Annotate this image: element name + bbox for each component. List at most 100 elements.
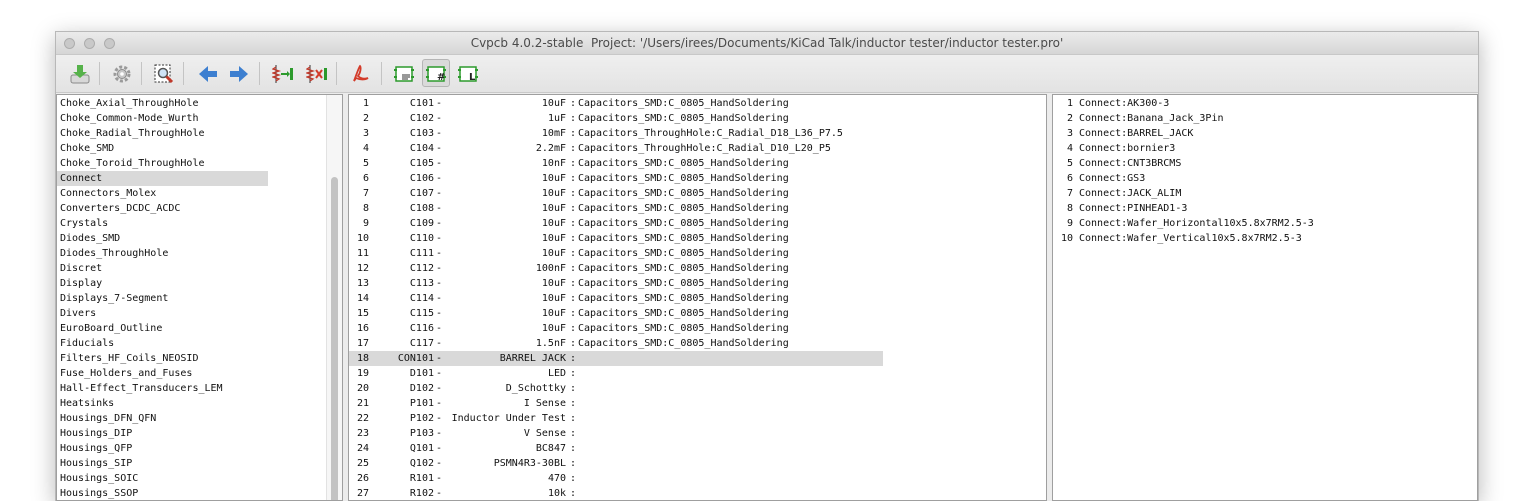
library-scrollbar-thumb[interactable] xyxy=(331,177,338,500)
footprint-number: 9 xyxy=(1066,218,1073,229)
component-row[interactable]: 5 C105- 10nF: Capacitors_SMD:C_0805_HandSol… xyxy=(349,156,883,171)
save-netlist-button[interactable] xyxy=(65,59,93,87)
library-item[interactable]: Diodes_SMD xyxy=(57,231,268,246)
library-item[interactable]: Hall-Effect_Transducers_LEM xyxy=(57,381,268,396)
component-row[interactable]: 4 C104- 2.2mF: Capacitors_ThroughHole:C_Rad… xyxy=(349,141,883,156)
library-item[interactable]: Converters_DCDC_ACDC xyxy=(57,201,268,216)
component-row[interactable]: 23 P103- V Sense: xyxy=(349,426,883,441)
library-item[interactable]: Choke_Common-Mode_Wurth xyxy=(57,111,268,126)
library-item[interactable]: EuroBoard_Outline xyxy=(57,321,268,336)
component-row[interactable]: 24 Q101- BC847: xyxy=(349,441,883,456)
toolbar-separator xyxy=(183,62,184,85)
next-button[interactable] xyxy=(224,59,252,87)
footprint-name: Connect:Wafer_Vertical10x5.8x7RM2.5-3 xyxy=(1079,233,1302,244)
datasheet-button[interactable] xyxy=(345,59,373,87)
component-row[interactable]: 11 C111- 10uF: Capacitors_SMD:C_0805_HandSo… xyxy=(349,246,883,261)
component-row[interactable]: 2 C102- 1uF: Capacitors_SMD:C_0805_HandSold… xyxy=(349,111,883,126)
library-item[interactable]: Choke_Axial_ThroughHole xyxy=(57,96,268,111)
library-item[interactable]: Connect xyxy=(57,171,268,186)
component-reference: C111 xyxy=(409,248,434,259)
preferences-button[interactable] xyxy=(107,59,135,87)
filter-keywords-button[interactable] xyxy=(390,59,418,87)
footprint-number: 5 xyxy=(1066,158,1073,169)
svg-text:#: # xyxy=(437,72,445,83)
library-item[interactable]: Heatsinks xyxy=(57,396,268,411)
library-item[interactable]: Divers xyxy=(57,306,268,321)
component-row[interactable]: 18 CON101- BARREL JACK: xyxy=(349,351,883,366)
main-toolbar: # L xyxy=(56,55,1478,93)
component-row[interactable]: 15 C115- 10uF: Capacitors_SMD:C_0805_HandSo… xyxy=(349,306,883,321)
library-item[interactable]: Connectors_Molex xyxy=(57,186,268,201)
footprint-item[interactable]: 10 Connect:Wafer_Vertical10x5.8x7RM2.5-3 xyxy=(1053,231,1473,246)
component-row[interactable]: 17 C117- 1.5nF: Capacitors_SMD:C_0805_HandS… xyxy=(349,336,883,351)
component-row[interactable]: 9 C109- 10uF: Capacitors_SMD:C_0805_HandSol… xyxy=(349,216,883,231)
footprint-list[interactable]: 1 Connect:AK300-3 2 Connect:Banana_Jack_3Pi… xyxy=(1052,94,1478,501)
library-item[interactable]: Filters_HF_Coils_NEOSID xyxy=(57,351,268,366)
footprint-item[interactable]: 1 Connect:AK300-3 xyxy=(1053,96,1473,111)
component-row[interactable]: 26 R101- 470: xyxy=(349,471,883,486)
library-scrollbar[interactable] xyxy=(326,95,342,500)
component-row[interactable]: 25 Q102- PSMN4R3-30BL: xyxy=(349,456,883,471)
footprint-item[interactable]: 2 Connect:Banana_Jack_3Pin xyxy=(1053,111,1473,126)
component-row[interactable]: 27 R102- 10k: xyxy=(349,486,883,500)
delete-associations-button[interactable] xyxy=(302,59,330,87)
library-item[interactable]: Display xyxy=(57,276,268,291)
library-item[interactable]: Fiducials xyxy=(57,336,268,351)
component-row[interactable]: 8 C108- 10uF: Capacitors_SMD:C_0805_HandSol… xyxy=(349,201,883,216)
component-row[interactable]: 19 D101- LED: xyxy=(349,366,883,381)
footprint-item[interactable]: 6 Connect:GS3 xyxy=(1053,171,1473,186)
component-row[interactable]: 3 C103- 10mF: Capacitors_ThroughHole:C_Radi… xyxy=(349,126,883,141)
footprint-item[interactable]: 9 Connect:Wafer_Horizontal10x5.8x7RM2.5-3 xyxy=(1053,216,1473,231)
component-row[interactable]: 22 P102- Inductor Under Test: xyxy=(349,411,883,426)
footprint-item[interactable]: 7 Connect:JACK_ALIM xyxy=(1053,186,1473,201)
library-item[interactable]: Housings_DIP xyxy=(57,426,268,441)
component-row[interactable]: 10 C110- 10uF: Capacitors_SMD:C_0805_HandSo… xyxy=(349,231,883,246)
row-number: 27 xyxy=(356,488,369,499)
component-row[interactable]: 14 C114- 10uF: Capacitors_SMD:C_0805_HandSo… xyxy=(349,291,883,306)
component-row[interactable]: 7 C107- 10uF: Capacitors_SMD:C_0805_HandSol… xyxy=(349,186,883,201)
component-row[interactable]: 20 D102- D_Schottky: xyxy=(349,381,883,396)
library-item[interactable]: Fuse_Holders_and_Fuses xyxy=(57,366,268,381)
library-item[interactable]: Choke_Toroid_ThroughHole xyxy=(57,156,268,171)
library-list[interactable]: Choke_Axial_ThroughHole Choke_Common-Mode… xyxy=(56,94,343,501)
filter-pin-count-button[interactable]: # xyxy=(422,59,450,87)
component-row[interactable]: 1 C101- 10uF: Capacitors_SMD:C_0805_HandSol… xyxy=(349,96,883,111)
arrow-right-icon xyxy=(230,66,248,82)
footprint-item[interactable]: 4 Connect:bornier3 xyxy=(1053,141,1473,156)
footprint-name: Connect:Banana_Jack_3Pin xyxy=(1079,113,1224,124)
component-value: 1.5nF xyxy=(535,338,566,349)
library-item[interactable]: Diodes_ThroughHole xyxy=(57,246,268,261)
component-list[interactable]: 1 C101-10uF: Capacitors_SMD:C_0805_HandSol… xyxy=(348,94,1047,501)
separator-colon: : xyxy=(570,353,577,364)
component-row[interactable]: 21 P101- I Sense: xyxy=(349,396,883,411)
filter-library-button[interactable]: L xyxy=(454,59,482,87)
row-number: 16 xyxy=(356,323,369,334)
component-row[interactable]: 6 C106- 10uF: Capacitors_SMD:C_0805_HandSol… xyxy=(349,171,883,186)
library-item[interactable]: Housings_QFP xyxy=(57,441,268,456)
view-footprint-button[interactable] xyxy=(149,59,177,87)
auto-associate-button[interactable] xyxy=(268,59,296,87)
footprint-item[interactable]: 3 Connect:BARREL_JACK xyxy=(1053,126,1473,141)
component-row[interactable]: 13 C113- 10uF: Capacitors_SMD:C_0805_HandSo… xyxy=(349,276,883,291)
footprint-name: Connect:BARREL_JACK xyxy=(1079,128,1194,139)
footprint-item[interactable]: 8 Connect:PINHEAD1-3 xyxy=(1053,201,1473,216)
library-item[interactable]: Choke_SMD xyxy=(57,141,268,156)
separator-colon: : xyxy=(570,428,577,439)
footprint-number: 1 xyxy=(1066,98,1073,109)
library-item[interactable]: Displays_7-Segment xyxy=(57,291,268,306)
assigned-footprint: Capacitors_SMD:C_0805_HandSoldering xyxy=(578,308,789,319)
gear-icon xyxy=(113,65,131,83)
library-item[interactable]: Housings_SSOP xyxy=(57,486,268,500)
library-item[interactable]: Housings_SOIC xyxy=(57,471,268,486)
component-row[interactable]: 12 C112- 100nF: Capacitors_SMD:C_0805_HandS… xyxy=(349,261,883,276)
footprint-number: 4 xyxy=(1066,143,1073,154)
library-item[interactable]: Choke_Radial_ThroughHole xyxy=(57,126,268,141)
footprint-item[interactable]: 5 Connect:CNT3BRCMS xyxy=(1053,156,1473,171)
library-item[interactable]: Crystals xyxy=(57,216,268,231)
library-item[interactable]: Housings_DFN_QFN xyxy=(57,411,268,426)
library-item[interactable]: Housings_SIP xyxy=(57,456,268,471)
separator-dash: - xyxy=(436,398,443,409)
previous-button[interactable] xyxy=(193,59,221,87)
library-item[interactable]: Discret xyxy=(57,261,268,276)
component-row[interactable]: 16 C116- 10uF: Capacitors_SMD:C_0805_HandSo… xyxy=(349,321,883,336)
